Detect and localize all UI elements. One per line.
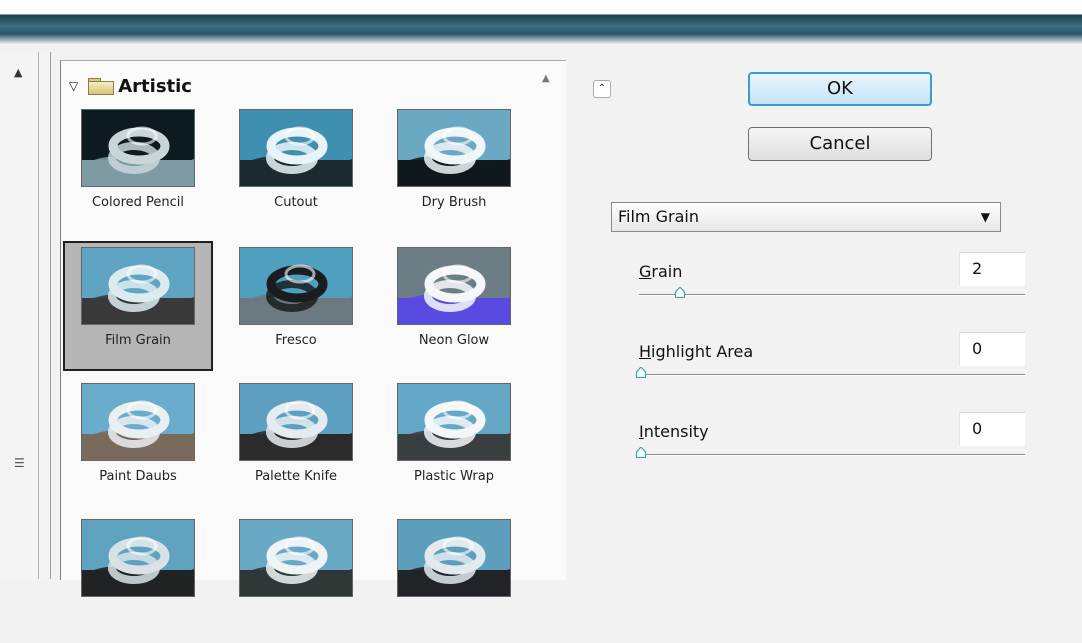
filter-thumbnail[interactable]: Colored Pencil xyxy=(63,103,213,233)
filter-thumbnail[interactable] xyxy=(63,513,213,643)
triangle-down-icon[interactable]: ▽ xyxy=(69,79,78,93)
cancel-button[interactable]: Cancel xyxy=(748,127,932,161)
filter-select-value: Film Grain xyxy=(618,207,699,226)
filter-thumbnail-label: Neon Glow xyxy=(418,333,490,348)
param-intensity: Intensity 0 xyxy=(636,412,1029,482)
window-title-bar xyxy=(0,0,1082,44)
filter-preview-image xyxy=(239,383,353,461)
filter-preview-image xyxy=(397,109,511,187)
filter-preview-image xyxy=(397,247,511,325)
ok-button[interactable]: OK xyxy=(748,72,932,106)
filter-preview-image xyxy=(81,247,195,325)
chevron-down-icon[interactable]: ▼ xyxy=(981,203,990,231)
param-label: Highlight Area xyxy=(639,342,754,361)
param-value-input[interactable]: 2 xyxy=(959,252,1025,286)
param-label: Intensity xyxy=(639,422,709,441)
filter-thumbnail[interactable]: Film Grain xyxy=(63,241,213,371)
filter-thumbnail-label: Film Grain xyxy=(105,333,171,348)
filter-thumbnail[interactable]: Plastic Wrap xyxy=(379,377,529,507)
filter-thumbnail-label: Palette Knife xyxy=(254,469,338,484)
category-header[interactable]: ▽ Artistic xyxy=(69,75,192,97)
category-label: Artistic xyxy=(118,75,192,97)
slider-track[interactable] xyxy=(639,294,1025,296)
filter-thumbnail[interactable]: Cutout xyxy=(221,103,371,233)
slider-knob-icon[interactable] xyxy=(636,367,646,378)
slider-knob-icon[interactable] xyxy=(675,287,685,298)
filter-preview-image xyxy=(239,247,353,325)
filter-thumbnail-label: Paint Daubs xyxy=(99,469,177,484)
param-value-input[interactable]: 0 xyxy=(959,412,1025,446)
resize-grip-icon[interactable]: ☰ xyxy=(14,456,25,470)
param-highlight-area: Highlight Area 0 xyxy=(636,332,1029,402)
slider-track[interactable] xyxy=(639,454,1025,456)
filter-thumbnails-panel: ▲ ▽ Artistic Colored Pencil Cutout Dry Bru… xyxy=(60,60,566,597)
filter-preview-image xyxy=(81,109,195,187)
filter-thumbnail[interactable]: Paint Daubs xyxy=(63,377,213,507)
filter-thumbnail-label: Cutout xyxy=(274,195,318,210)
slider-track[interactable] xyxy=(639,374,1025,376)
preview-pane-edge: ▲ ☰ xyxy=(0,52,51,579)
filter-preview-image xyxy=(397,383,511,461)
filter-thumbnail-label: Colored Pencil xyxy=(91,195,185,210)
filter-thumbnail[interactable]: Neon Glow xyxy=(379,241,529,371)
filter-preview-image xyxy=(239,519,353,597)
filter-thumbnail[interactable]: Fresco xyxy=(221,241,371,371)
filter-thumbnail[interactable] xyxy=(379,513,529,643)
filter-thumbnail-label: Plastic Wrap xyxy=(413,469,494,484)
param-label: Grain xyxy=(639,262,683,281)
filter-thumbnail-label: Fresco xyxy=(275,333,317,348)
param-value-input[interactable]: 0 xyxy=(959,332,1025,366)
filter-preview-image xyxy=(81,383,195,461)
slider-knob-icon[interactable] xyxy=(636,447,646,458)
filter-thumbnail[interactable]: Dry Brush xyxy=(379,103,529,233)
filter-select[interactable]: Film Grain ▼ xyxy=(611,202,1001,232)
filter-preview-image xyxy=(239,109,353,187)
filter-preview-image xyxy=(397,519,511,597)
double-chevron-up-icon[interactable]: ⌃ xyxy=(593,80,611,98)
scroll-up-icon[interactable]: ▲ xyxy=(14,66,22,79)
filter-thumbnail[interactable]: Palette Knife xyxy=(221,377,371,507)
param-grain: Grain 2 xyxy=(639,252,1029,322)
panel-scroll-up-icon[interactable]: ▲ xyxy=(542,73,550,84)
filter-settings-panel: ⌃ OK Cancel Film Grain ▼ Grain 2 Highlight… xyxy=(565,52,1082,579)
filter-preview-image xyxy=(81,519,195,597)
filter-thumbnail-label: Dry Brush xyxy=(421,195,487,210)
filter-thumbnail[interactable] xyxy=(221,513,371,643)
pane-divider xyxy=(38,52,39,579)
folder-icon xyxy=(88,78,115,95)
